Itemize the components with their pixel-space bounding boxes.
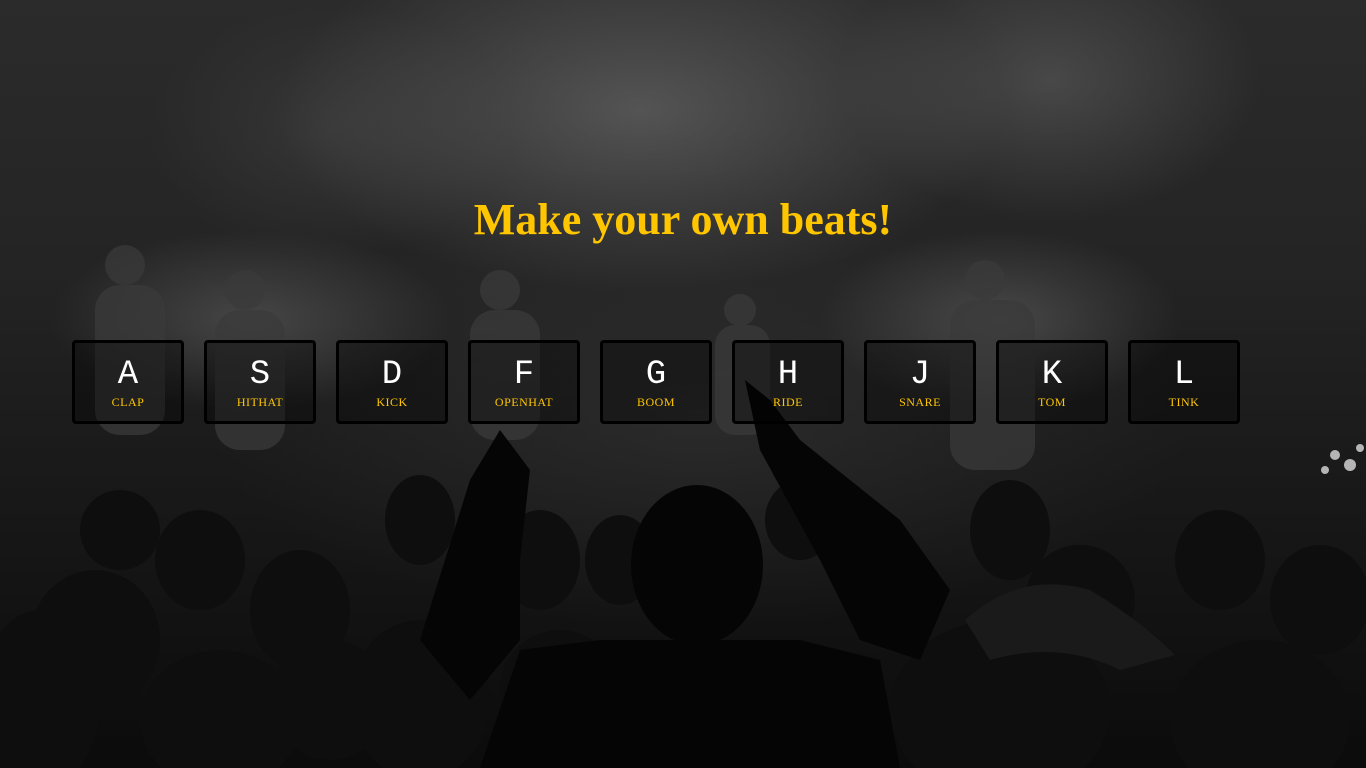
key-sound-label: CLAP: [111, 395, 145, 409]
concert-background: Make your own beats! A CLAP S HITHAT D K…: [0, 0, 1366, 768]
drum-key-g[interactable]: G BOOM: [600, 340, 712, 424]
key-sound-label: BOOM: [636, 395, 675, 409]
key-sound-label: OPENHAT: [494, 395, 554, 409]
key-letter: L: [1173, 356, 1195, 394]
key-sound-label: RIDE: [773, 395, 803, 409]
drum-key-a[interactable]: A CLAP: [72, 340, 184, 424]
key-letter: H: [777, 356, 799, 394]
drum-keys: A CLAP S HITHAT D KICK F OPENHAT G BOOM …: [72, 340, 1240, 424]
key-letter: D: [381, 356, 403, 394]
key-letter: F: [513, 356, 535, 394]
key-letter: K: [1041, 356, 1063, 394]
key-letter: G: [645, 356, 667, 394]
drum-key-l[interactable]: L TINK: [1128, 340, 1240, 424]
key-sound-label: TINK: [1168, 395, 1200, 409]
drum-key-h[interactable]: H RIDE: [732, 340, 844, 424]
key-letter: A: [117, 356, 139, 394]
drum-key-k[interactable]: K TOM: [996, 340, 1108, 424]
drum-key-d[interactable]: D KICK: [336, 340, 448, 424]
page-title: Make your own beats!: [473, 195, 893, 244]
key-sound-label: KICK: [376, 395, 408, 409]
key-letter: J: [909, 356, 931, 394]
drum-key-s[interactable]: S HITHAT: [204, 340, 316, 424]
key-sound-label: SNARE: [899, 395, 941, 409]
key-sound-label: HITHAT: [236, 395, 284, 409]
drum-key-f[interactable]: F OPENHAT: [468, 340, 580, 424]
key-letter: S: [249, 356, 271, 394]
key-sound-label: TOM: [1038, 395, 1066, 409]
drum-key-j[interactable]: J SNARE: [864, 340, 976, 424]
